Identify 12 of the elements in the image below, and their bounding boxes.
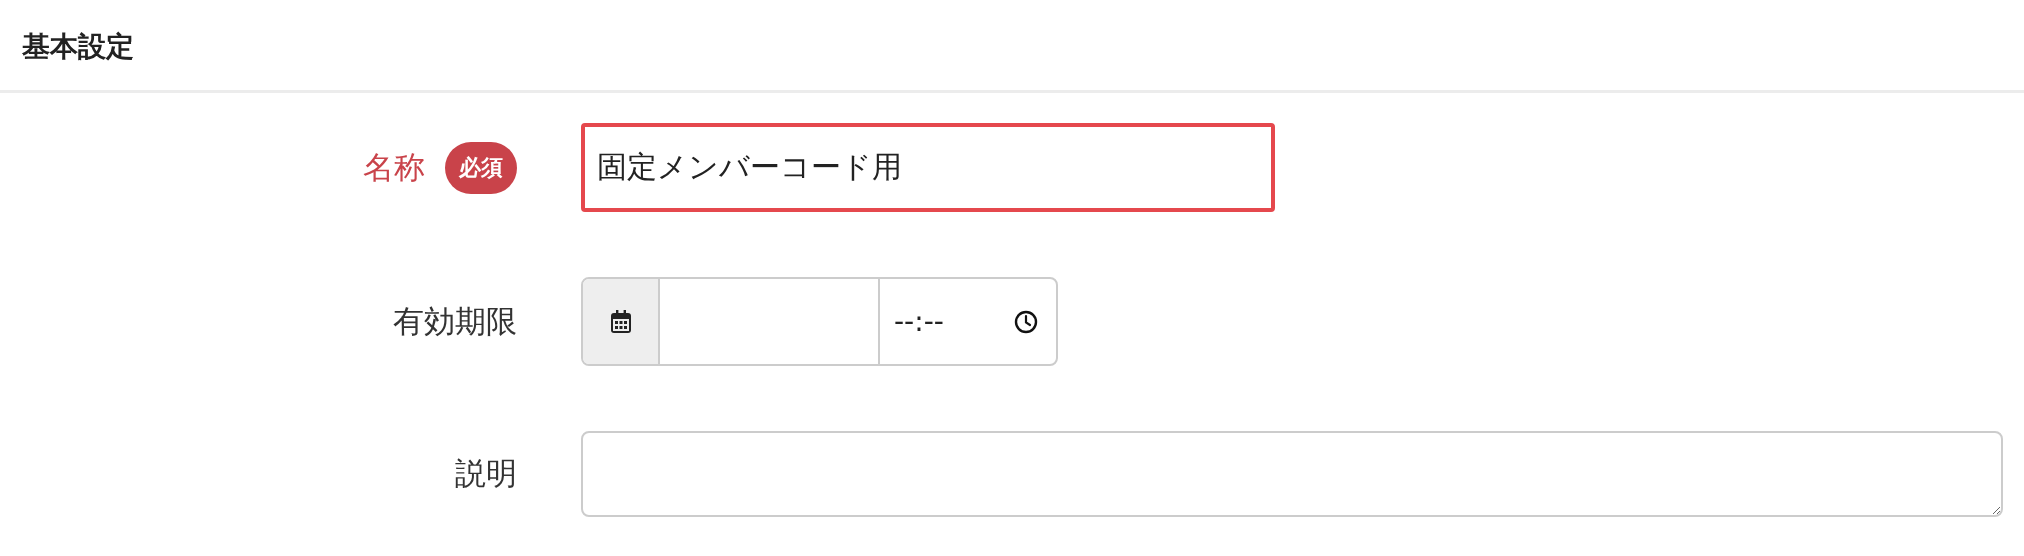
clock-icon[interactable] xyxy=(1014,309,1038,334)
required-badge: 必須 xyxy=(445,141,517,194)
description-field[interactable] xyxy=(581,431,2003,517)
time-placeholder: --:-- xyxy=(894,305,944,338)
section-title: 基本設定 xyxy=(22,29,134,65)
name-field[interactable]: 固定メンバーコード用 xyxy=(581,123,1275,212)
calendar-icon xyxy=(609,309,632,334)
field-label: 説明 xyxy=(455,454,517,493)
calendar-button[interactable] xyxy=(583,279,660,364)
field-label: 有効期限 xyxy=(393,301,517,341)
field-label: 名称 xyxy=(363,147,425,187)
date-time-field[interactable]: --:-- xyxy=(581,277,1058,366)
